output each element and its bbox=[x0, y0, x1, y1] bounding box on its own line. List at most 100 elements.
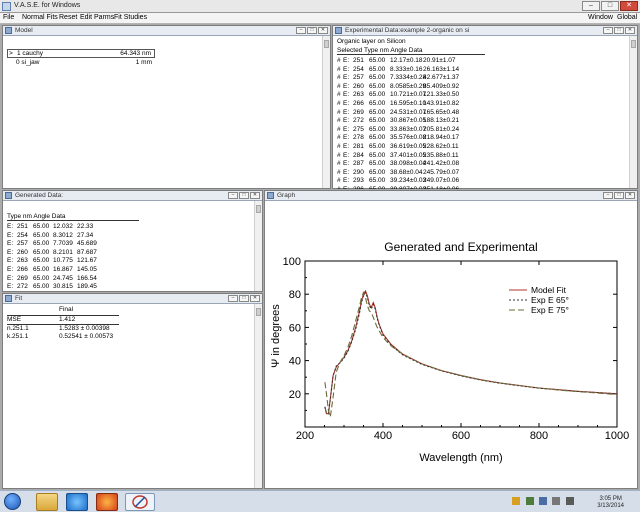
close-button[interactable]: ✕ bbox=[620, 1, 638, 11]
tray-volume-icon[interactable] bbox=[552, 497, 560, 505]
model-panel-close-button[interactable]: ✕ bbox=[318, 27, 328, 34]
experimental-data-row[interactable]: # E: 266 65.00 16.595±0.10 143.91±0.82 bbox=[337, 100, 627, 108]
scrollbar-thumb[interactable] bbox=[631, 40, 636, 48]
experimental-data-row[interactable]: # E: 254 65.00 8.333±0.16 26.163±1.14 bbox=[337, 66, 627, 74]
experimental-data-row[interactable]: # E: 293 65.00 39.234±0.03 249.07±0.06 bbox=[337, 177, 627, 185]
row-type: E: bbox=[7, 223, 14, 230]
row-delta: 249.07±0.06 bbox=[423, 177, 460, 185]
experimental-data-list[interactable]: # E: 251 65.00 12.17±0.18 20.91±1.07 # E: 254 65.… bbox=[337, 57, 627, 189]
generated-data-row[interactable]: E: 254 65.00 8.3012 27.34 bbox=[7, 232, 253, 240]
model-panel-controls: – □ ✕ bbox=[296, 27, 328, 34]
fit-panel-close-button[interactable]: ✕ bbox=[250, 295, 260, 302]
maximize-button[interactable]: □ bbox=[601, 1, 619, 11]
graph-panel-minimize-button[interactable]: – bbox=[603, 192, 613, 199]
menu-window[interactable]: Window bbox=[588, 14, 613, 21]
experimental-data-row[interactable]: # E: 284 65.00 37.401±0.05 235.88±0.11 bbox=[337, 152, 627, 160]
tray-security-icon[interactable] bbox=[526, 497, 534, 505]
experimental-data-row[interactable]: # E: 257 65.00 7.3334±0.28 42.677±1.37 bbox=[337, 74, 627, 82]
model-layer-row-1[interactable]: > 1 cauchy 64.343 nm bbox=[7, 49, 155, 58]
taskbar-clock[interactable]: 3:05 PM 3/13/2014 bbox=[597, 496, 624, 510]
firefox-icon[interactable] bbox=[96, 493, 118, 511]
menu-normal-fits[interactable]: Normal Fits bbox=[22, 14, 58, 21]
experimental-data-row[interactable]: # E: 278 65.00 35.576±0.08 218.94±0.17 bbox=[337, 134, 627, 142]
row-type: E: bbox=[343, 82, 350, 90]
generated-data-row[interactable]: E: 269 65.00 24.745 166.54 bbox=[7, 275, 253, 283]
experimental-data-row[interactable]: # E: 263 65.00 10.721±0.07 121.33±0.50 bbox=[337, 91, 627, 99]
scrollbar-thumb[interactable] bbox=[256, 308, 261, 316]
experimental-data-row[interactable]: # E: 281 65.00 36.619±0.05 228.62±0.11 bbox=[337, 143, 627, 151]
generated-data-row[interactable]: E: 257 65.00 7.7039 45.689 bbox=[7, 240, 253, 248]
generated-data-row[interactable]: E: 263 65.00 10.775 121.67 bbox=[7, 257, 253, 265]
generated-panel-maximize-button[interactable]: □ bbox=[239, 192, 249, 199]
experimental-data-row[interactable]: # E: 269 65.00 24.531±0.07 165.65±0.48 bbox=[337, 109, 627, 117]
fit-panel-minimize-button[interactable]: – bbox=[228, 295, 238, 302]
generated-table-header: Type nm Angle Data bbox=[7, 213, 139, 221]
fit-param-value: 1.5283 ± 0.00398 bbox=[59, 325, 110, 332]
experimental-panel-close-button[interactable]: ✕ bbox=[625, 27, 635, 34]
generated-data-list[interactable]: E: 251 65.00 12.032 22.33 E: 254 65.00 8.3012 27.… bbox=[7, 223, 253, 291]
row-delta: 22.33 bbox=[77, 223, 94, 230]
model-panel-scrollbar[interactable] bbox=[322, 36, 330, 188]
row-delta: 228.62±0.11 bbox=[423, 143, 459, 150]
menu-file[interactable]: File bbox=[3, 14, 14, 21]
graph-panel-maximize-button[interactable]: □ bbox=[614, 192, 624, 199]
generated-panel-close-button[interactable]: ✕ bbox=[250, 192, 260, 199]
fit-panel-scrollbar[interactable] bbox=[254, 304, 262, 488]
experimental-panel-maximize-button[interactable]: □ bbox=[614, 27, 624, 34]
experimental-data-row[interactable]: #E: 296 65.00 39.807±0.03251.18±0.06 bbox=[337, 186, 627, 189]
tray-network-icon[interactable] bbox=[539, 497, 547, 505]
generated-panel-minimize-button[interactable]: – bbox=[228, 192, 238, 199]
experimental-panel-controls: – □ ✕ bbox=[603, 27, 635, 34]
experimental-data-row[interactable]: # E: 275 65.00 33.863±0.07 205.81±0.24 bbox=[337, 126, 627, 134]
row-wavelength: 272 bbox=[353, 117, 364, 125]
graph-panel-close-button[interactable]: ✕ bbox=[625, 192, 635, 199]
experimental-data-row[interactable]: # E: 251 65.00 12.17±0.18 20.91±1.07 bbox=[337, 57, 627, 65]
generated-data-row[interactable]: E: 251 65.00 12.032 22.33 bbox=[7, 223, 253, 231]
generated-panel-scrollbar[interactable] bbox=[254, 201, 262, 291]
row-type: E: bbox=[343, 143, 350, 150]
legend-label: Exp E 75° bbox=[531, 305, 569, 315]
generated-data-row[interactable]: E: 260 65.00 8.2101 87.687 bbox=[7, 249, 253, 257]
generated-data-row[interactable]: E: 266 65.00 16.867 145.05 bbox=[7, 266, 253, 274]
model-layer-row-2[interactable]: 0 si_jaw 1 mm bbox=[7, 59, 155, 68]
fit-panel-icon bbox=[5, 295, 12, 302]
row-wavelength: 257 bbox=[17, 240, 28, 248]
x-tick-label: 400 bbox=[374, 430, 392, 442]
menu-reset[interactable]: Reset bbox=[59, 14, 77, 21]
graph-panel-controls: – □ ✕ bbox=[603, 192, 635, 199]
x-tick-label: 200 bbox=[296, 430, 314, 442]
row-psi: 24.745 bbox=[53, 274, 73, 282]
tray-notification-icon[interactable] bbox=[512, 497, 520, 505]
psi-graph-chart[interactable]: Generated and Experimental Wavelength (n… bbox=[265, 201, 637, 488]
minimize-button[interactable]: – bbox=[582, 1, 600, 11]
menu-fit-studies[interactable]: Fit Studies bbox=[114, 14, 147, 21]
y-tick-label: 20 bbox=[289, 389, 301, 401]
model-panel-maximize-button[interactable]: □ bbox=[307, 27, 317, 34]
tray-power-icon[interactable] bbox=[566, 497, 574, 505]
window-title: V.A.S.E. for Windows bbox=[14, 2, 81, 9]
scrollbar-thumb[interactable] bbox=[324, 40, 329, 48]
experimental-data-row[interactable]: # E: 290 65.00 38.68±0.04 245.79±0.07 bbox=[337, 169, 627, 177]
menu-global[interactable]: Global bbox=[617, 14, 637, 21]
vase-app-icon[interactable] bbox=[125, 493, 155, 511]
start-orb[interactable] bbox=[4, 493, 21, 510]
experimental-data-row[interactable]: # E: 272 65.00 30.867±0.05 188.13±0.21 bbox=[337, 117, 627, 125]
file-explorer-icon[interactable] bbox=[36, 493, 58, 511]
y-tick-label: 100 bbox=[283, 256, 301, 268]
generated-data-row[interactable]: E: 272 65.00 30.815 189.45 bbox=[7, 283, 253, 291]
row-type: E: bbox=[7, 240, 14, 248]
fit-panel-maximize-button[interactable]: □ bbox=[239, 295, 249, 302]
model-panel-minimize-button[interactable]: – bbox=[296, 27, 306, 34]
menu-edit-parms[interactable]: Edit Parms bbox=[80, 14, 114, 21]
row-angle: 65.00 bbox=[369, 186, 385, 189]
row-angle: 65.00 bbox=[33, 266, 50, 273]
scrollbar-thumb[interactable] bbox=[256, 205, 261, 213]
model-panel-icon bbox=[5, 27, 12, 34]
experimental-data-row[interactable]: # E: 287 65.00 38.098±0.04 241.42±0.08 bbox=[337, 160, 627, 168]
experimental-panel-scrollbar[interactable] bbox=[629, 36, 637, 188]
row-type: E: bbox=[343, 117, 350, 125]
experimental-panel-minimize-button[interactable]: – bbox=[603, 27, 613, 34]
experimental-data-row[interactable]: # E: 260 65.00 8.0585±0.29 85.409±0.92 bbox=[337, 83, 627, 91]
internet-explorer-icon[interactable] bbox=[66, 493, 88, 511]
row-psi: 16.595±0.10 bbox=[390, 100, 427, 107]
